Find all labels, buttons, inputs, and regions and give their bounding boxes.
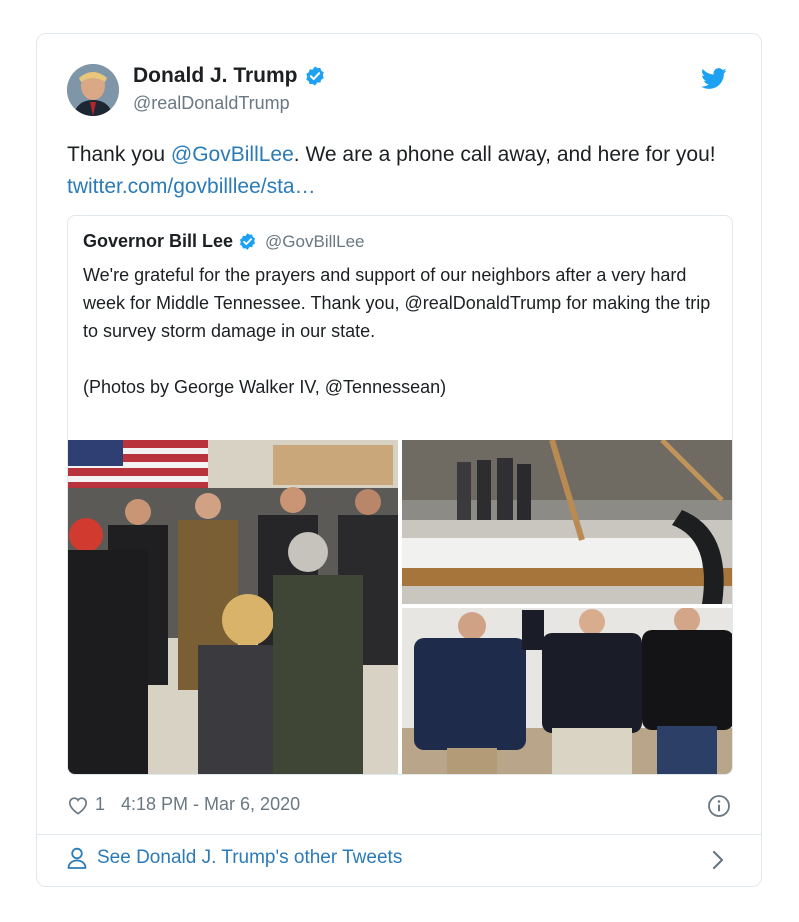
tweet-url-link[interactable]: twitter.com/govbilllee/sta… [67,175,316,198]
tweet-card: Donald J. Trump @realDonaldTrump Thank y… [36,33,762,887]
author-name[interactable]: Donald J. Trump [133,64,298,88]
author-avatar[interactable] [67,64,119,116]
quoted-paragraph: We're grateful for the prayers and suppo… [83,265,711,341]
photo-prayer-group[interactable] [68,440,398,774]
chevron-right-icon[interactable] [711,849,725,876]
tweet-text-prefix: Thank you [67,143,171,166]
info-icon[interactable] [707,794,731,823]
photo-credit: (Photos by George Walker IV, @Tennessean… [83,377,447,397]
photo-storm-damage[interactable] [402,440,732,604]
verified-icon [304,65,326,87]
verified-icon [238,232,257,251]
quoted-author-name[interactable]: Governor Bill Lee [83,231,233,252]
quoted-text: We're grateful for the prayers and suppo… [83,261,713,401]
like-count[interactable]: 1 [95,794,105,815]
divider [37,834,761,835]
heart-icon[interactable] [67,795,89,815]
tweet-text: Thank you @GovBillLee. We are a phone ca… [67,139,727,203]
quoted-tweet[interactable]: Governor Bill Lee @GovBillLee We're grat… [67,215,733,775]
other-tweets-link[interactable]: See Donald J. Trump's other Tweets [67,847,402,869]
photo-officials[interactable] [402,608,732,774]
other-tweets-label: See Donald J. Trump's other Tweets [97,847,403,868]
media-grid [68,440,732,774]
person-icon [67,847,87,869]
author-handle[interactable]: @realDonaldTrump [133,93,290,114]
tweet-timestamp[interactable]: 4:18 PM - Mar 6, 2020 [121,794,300,815]
twitter-bird-icon[interactable] [701,68,727,95]
tweet-text-mid: . We are a phone call away, and here for… [293,143,716,166]
mention-link[interactable]: @GovBillLee [171,143,294,166]
quoted-author-handle[interactable]: @GovBillLee [265,232,364,252]
